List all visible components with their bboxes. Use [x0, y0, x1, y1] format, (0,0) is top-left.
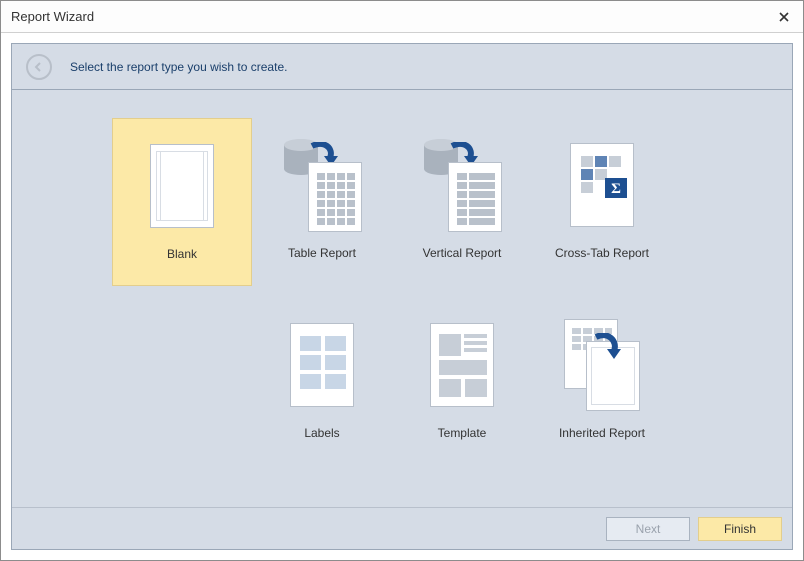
tile-inherited-report[interactable]: Inherited Report [532, 298, 672, 466]
tile-label: Blank [167, 247, 197, 261]
close-icon[interactable] [775, 9, 793, 25]
template-report-icon [392, 298, 532, 418]
tile-template[interactable]: Template [392, 298, 532, 466]
tile-label: Vertical Report [423, 246, 502, 260]
labels-report-icon [252, 298, 392, 418]
tile-label: Inherited Report [559, 426, 645, 440]
instruction-text: Select the report type you wish to creat… [70, 60, 287, 74]
table-report-icon [252, 118, 392, 238]
tile-label: Cross-Tab Report [555, 246, 649, 260]
finish-button[interactable]: Finish [698, 517, 782, 541]
wizard-panel: Select the report type you wish to creat… [11, 43, 793, 550]
tile-label: Labels [304, 426, 339, 440]
svg-text:Σ: Σ [611, 181, 621, 197]
wizard-header: Select the report type you wish to creat… [12, 44, 792, 90]
report-type-grid: Blank [112, 118, 792, 478]
vertical-report-icon [392, 118, 532, 238]
report-wizard-window: Report Wizard Select the report type you… [0, 0, 804, 561]
wizard-footer: Next Finish [12, 507, 792, 549]
tile-label: Template [438, 426, 487, 440]
tile-table-report[interactable]: Table Report [252, 118, 392, 286]
tile-label: Table Report [288, 246, 356, 260]
wizard-content: Blank [12, 90, 792, 507]
next-button: Next [606, 517, 690, 541]
titlebar: Report Wizard [1, 1, 803, 33]
cross-tab-report-icon: Σ [532, 118, 672, 238]
inherited-report-icon [532, 298, 672, 418]
tile-labels[interactable]: Labels [252, 298, 392, 466]
window-title: Report Wizard [11, 9, 775, 24]
tile-cross-tab-report[interactable]: Σ Cross-Tab Report [532, 118, 672, 286]
blank-report-icon [113, 119, 251, 239]
client-area: Select the report type you wish to creat… [1, 33, 803, 560]
back-button [26, 54, 52, 80]
tile-vertical-report[interactable]: Vertical Report [392, 118, 532, 286]
tile-blank[interactable]: Blank [112, 118, 252, 286]
